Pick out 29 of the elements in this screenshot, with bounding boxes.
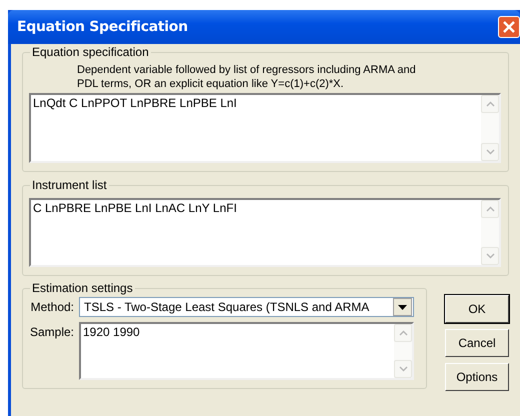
- dialog-button[interactable]: OK: [445, 295, 509, 323]
- group-label: Estimation settings: [30, 281, 135, 295]
- sample-label: Sample:: [28, 324, 74, 339]
- scroll-down-icon: [398, 366, 408, 372]
- method-label: Method:: [30, 299, 74, 314]
- group-label: Instrument list: [30, 178, 109, 192]
- group-label: Equation specification: [30, 45, 151, 59]
- sample-field[interactable]: 1920 1990: [79, 322, 414, 380]
- scroll-down-button[interactable]: [394, 360, 412, 378]
- dropdown-arrow-icon: [398, 304, 407, 310]
- scroll-up-button[interactable]: [481, 200, 499, 218]
- scroll-down-icon: [486, 149, 494, 155]
- scroll-down-button[interactable]: [481, 247, 499, 265]
- method-dropdown[interactable]: TSLS - Two-Stage Least Squares (TSNLS and ARMA: [79, 297, 414, 317]
- scroll-up-icon: [486, 101, 494, 107]
- dialog-button[interactable]: Options: [445, 363, 509, 391]
- close-button[interactable]: [498, 16, 520, 38]
- instrument-field[interactable]: C LnPBRE LnPBE LnI LnAC LnY LnFI: [29, 198, 501, 267]
- scroll-up-button[interactable]: [481, 95, 499, 113]
- description-text: Dependent variable followed by list of regressors including ARMA and PDL terms, OR an explicit equation like Y=c(1)+c(2)*X.: [76, 63, 417, 92]
- scroll-down-button[interactable]: [481, 143, 499, 161]
- close-icon: [503, 21, 515, 33]
- scroll-down-icon: [486, 253, 494, 259]
- equation-field[interactable]: LnQdt C LnPPOT LnPBRE LnPBE LnI: [29, 93, 501, 163]
- dialog-button[interactable]: Cancel: [445, 329, 509, 357]
- scroll-up-icon: [486, 206, 494, 212]
- window-title: Equation Specification: [17, 19, 188, 35]
- scroll-up-icon: [398, 330, 408, 336]
- scroll-up-button[interactable]: [394, 324, 412, 342]
